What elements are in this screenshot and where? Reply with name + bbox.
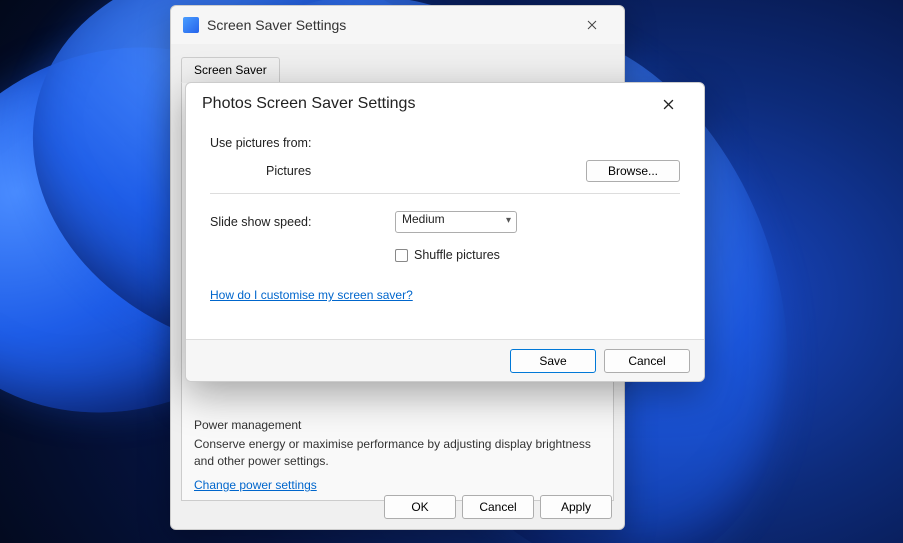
child-window-title: Photos Screen Saver Settings — [202, 95, 648, 113]
customise-help-link[interactable]: How do I customise my screen saver? — [210, 288, 413, 302]
parent-titlebar[interactable]: Screen Saver Settings — [171, 6, 624, 44]
separator — [210, 193, 680, 194]
browse-button[interactable]: Browse... — [586, 160, 680, 182]
power-management-description: Conserve energy or maximise performance … — [194, 436, 601, 470]
ok-button[interactable]: OK — [384, 495, 456, 519]
shuffle-pictures-label: Shuffle pictures — [414, 248, 500, 262]
child-titlebar[interactable]: Photos Screen Saver Settings — [186, 83, 704, 125]
apply-button[interactable]: Apply — [540, 495, 612, 519]
power-management-heading: Power management — [194, 418, 601, 432]
child-footer: Save Cancel — [186, 339, 704, 381]
save-button[interactable]: Save — [510, 349, 596, 373]
shuffle-pictures-checkbox[interactable] — [395, 249, 408, 262]
close-icon — [587, 20, 597, 30]
tab-strip: Screen Saver — [181, 56, 614, 83]
photos-screen-saver-settings-dialog: Photos Screen Saver Settings Use picture… — [185, 82, 705, 382]
child-close-button[interactable] — [648, 88, 688, 120]
child-cancel-button[interactable]: Cancel — [604, 349, 690, 373]
slide-show-speed-select[interactable]: Medium — [395, 211, 517, 233]
tab-screen-saver[interactable]: Screen Saver — [181, 57, 280, 83]
use-pictures-from-label: Use pictures from: — [210, 136, 311, 150]
close-icon — [663, 99, 674, 110]
slide-show-speed-label: Slide show speed: — [210, 215, 395, 229]
parent-close-button[interactable] — [572, 10, 612, 40]
cancel-button[interactable]: Cancel — [462, 495, 534, 519]
parent-window-title: Screen Saver Settings — [207, 17, 572, 33]
app-icon — [183, 17, 199, 33]
change-power-settings-link[interactable]: Change power settings — [194, 478, 317, 492]
pictures-folder-name: Pictures — [266, 164, 311, 178]
